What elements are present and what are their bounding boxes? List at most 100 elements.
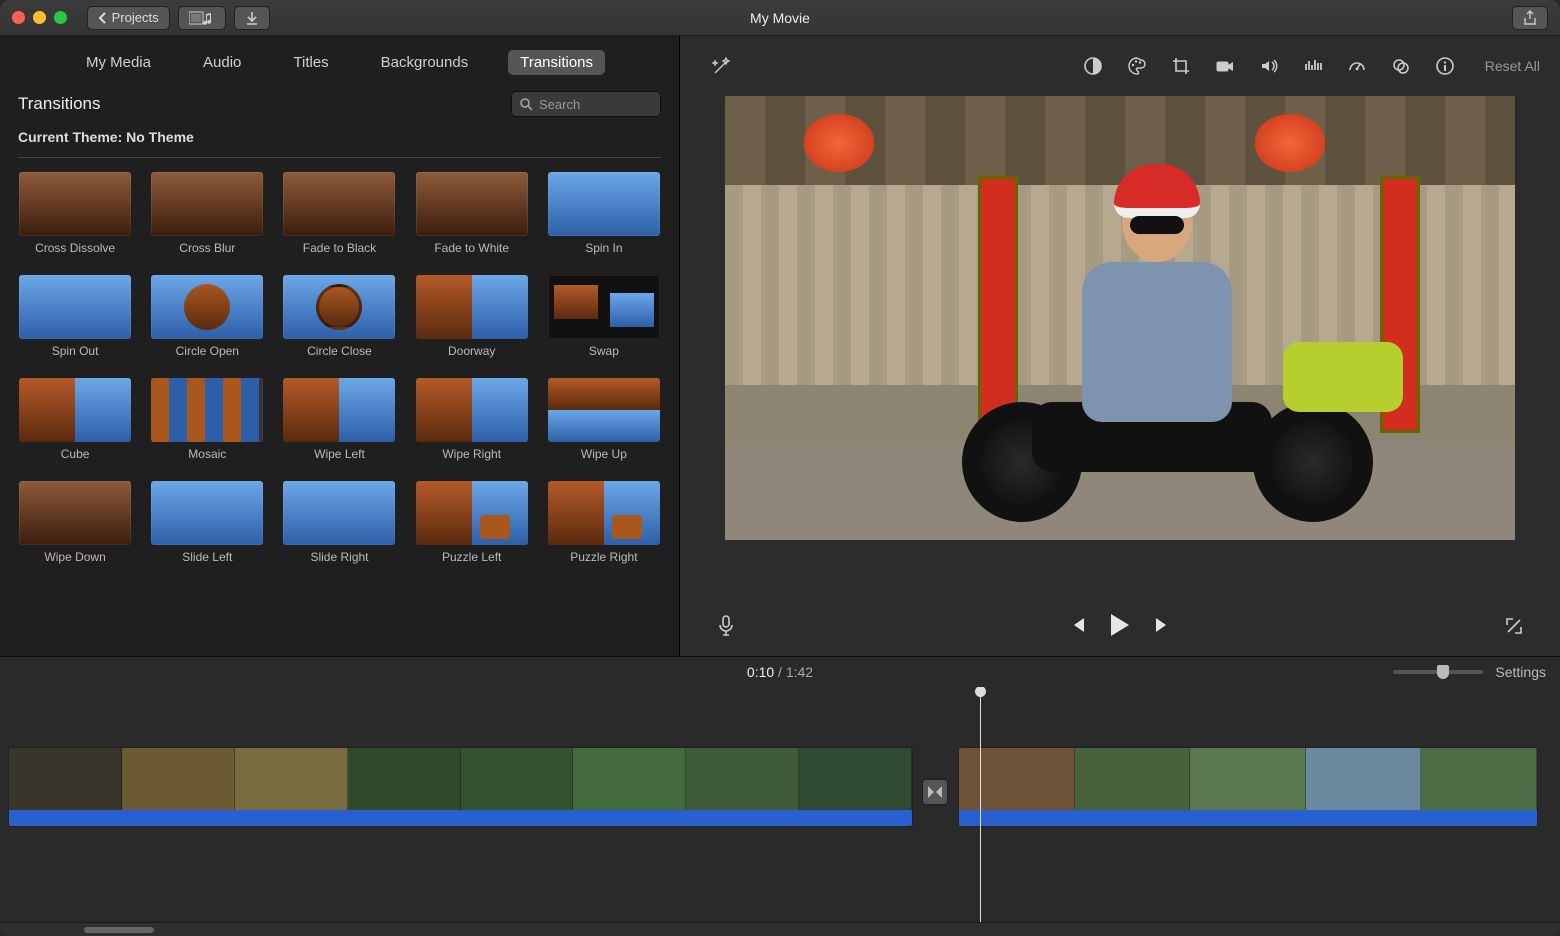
transition-label: Spin In bbox=[585, 241, 622, 255]
transition-thumbnail[interactable] bbox=[19, 275, 131, 339]
color-balance-button[interactable] bbox=[1081, 54, 1105, 78]
tab-backgrounds[interactable]: Backgrounds bbox=[369, 50, 481, 75]
video-camera-icon bbox=[1215, 56, 1235, 76]
transition-item[interactable]: Doorway bbox=[411, 275, 533, 372]
crop-button[interactable] bbox=[1169, 54, 1193, 78]
tab-my-media[interactable]: My Media bbox=[74, 50, 163, 75]
crop-icon bbox=[1171, 56, 1191, 76]
download-button[interactable] bbox=[234, 6, 270, 30]
transition-item[interactable]: Fade to White bbox=[411, 172, 533, 269]
transition-thumbnail[interactable] bbox=[548, 172, 660, 236]
fullscreen-button[interactable] bbox=[1502, 614, 1526, 638]
timeline-settings-button[interactable]: Settings bbox=[1495, 664, 1546, 680]
titlebar: Projects My Movie bbox=[0, 0, 1560, 36]
transition-thumbnail[interactable] bbox=[151, 275, 263, 339]
transition-item[interactable]: Spin Out bbox=[14, 275, 136, 372]
tab-transitions[interactable]: Transitions bbox=[508, 50, 605, 75]
voiceover-record-button[interactable] bbox=[714, 614, 738, 638]
download-arrow-icon bbox=[245, 11, 259, 25]
transition-thumbnail[interactable] bbox=[283, 275, 395, 339]
next-frame-button[interactable] bbox=[1154, 616, 1172, 637]
transition-item[interactable]: Puzzle Right bbox=[543, 481, 665, 578]
color-correction-button[interactable] bbox=[1125, 54, 1149, 78]
timeline-clip[interactable] bbox=[958, 747, 1538, 827]
transition-item[interactable]: Slide Left bbox=[146, 481, 268, 578]
info-icon bbox=[1435, 56, 1455, 76]
palette-icon bbox=[1127, 56, 1147, 76]
transition-item[interactable]: Mosaic bbox=[146, 378, 268, 475]
player-bar bbox=[680, 596, 1560, 656]
stabilization-button[interactable] bbox=[1213, 54, 1237, 78]
transition-thumbnail[interactable] bbox=[416, 378, 528, 442]
zoom-slider-knob[interactable] bbox=[1437, 665, 1449, 679]
timeline-zoom-slider[interactable] bbox=[1393, 670, 1483, 674]
playhead-time: 0:10 bbox=[747, 664, 774, 680]
minimize-window-button[interactable] bbox=[33, 11, 46, 24]
transition-item[interactable]: Spin In bbox=[543, 172, 665, 269]
transition-item[interactable]: Circle Close bbox=[278, 275, 400, 372]
transition-thumbnail[interactable] bbox=[548, 481, 660, 545]
prev-frame-button[interactable] bbox=[1068, 616, 1086, 637]
search-input[interactable]: Search bbox=[511, 91, 661, 117]
transition-item[interactable]: Circle Open bbox=[146, 275, 268, 372]
tab-audio[interactable]: Audio bbox=[191, 50, 253, 75]
transitions-grid: Cross DissolveCross BlurFade to BlackFad… bbox=[0, 172, 679, 588]
preview-canvas[interactable] bbox=[725, 96, 1515, 540]
transition-indicator[interactable] bbox=[922, 779, 948, 805]
contrast-circle-icon bbox=[1083, 56, 1103, 76]
close-window-button[interactable] bbox=[12, 11, 25, 24]
back-to-projects-button[interactable]: Projects bbox=[87, 6, 170, 30]
transition-thumbnail[interactable] bbox=[151, 481, 263, 545]
zoom-window-button[interactable] bbox=[54, 11, 67, 24]
transition-thumbnail[interactable] bbox=[548, 378, 660, 442]
transition-thumbnail[interactable] bbox=[151, 172, 263, 236]
reset-all-button[interactable]: Reset All bbox=[1485, 58, 1540, 74]
speaker-icon bbox=[1259, 56, 1279, 76]
volume-button[interactable] bbox=[1257, 54, 1281, 78]
timeline-scrollbar[interactable] bbox=[0, 922, 1560, 936]
transition-item[interactable]: Cube bbox=[14, 378, 136, 475]
info-button[interactable] bbox=[1433, 54, 1457, 78]
transition-thumbnail[interactable] bbox=[416, 481, 528, 545]
transition-item[interactable]: Slide Right bbox=[278, 481, 400, 578]
transition-item[interactable]: Wipe Right bbox=[411, 378, 533, 475]
import-media-button[interactable] bbox=[178, 6, 226, 30]
transition-thumbnail[interactable] bbox=[19, 378, 131, 442]
app-window: Projects My Movie My Media Audio Titles … bbox=[0, 0, 1560, 936]
transition-thumbnail[interactable] bbox=[416, 172, 528, 236]
play-button[interactable] bbox=[1108, 612, 1132, 641]
transition-item[interactable]: Fade to Black bbox=[278, 172, 400, 269]
playhead[interactable] bbox=[980, 687, 981, 922]
transition-thumbnail[interactable] bbox=[283, 172, 395, 236]
timeline: 0:10 / 1:42 Settings bbox=[0, 656, 1560, 936]
timeline-tracks[interactable] bbox=[0, 687, 1560, 922]
tab-titles[interactable]: Titles bbox=[281, 50, 340, 75]
search-icon bbox=[520, 98, 533, 111]
noise-eq-button[interactable] bbox=[1301, 54, 1325, 78]
transition-thumbnail[interactable] bbox=[416, 275, 528, 339]
transition-item[interactable]: Wipe Up bbox=[543, 378, 665, 475]
transition-label: Wipe Up bbox=[581, 447, 627, 461]
transition-label: Slide Left bbox=[182, 550, 232, 564]
transition-thumbnail[interactable] bbox=[283, 481, 395, 545]
speed-button[interactable] bbox=[1345, 54, 1369, 78]
transition-item[interactable]: Cross Dissolve bbox=[14, 172, 136, 269]
transition-item[interactable]: Wipe Down bbox=[14, 481, 136, 578]
transition-item[interactable]: Swap bbox=[543, 275, 665, 372]
transition-item[interactable]: Puzzle Left bbox=[411, 481, 533, 578]
enhance-wand-button[interactable] bbox=[710, 54, 734, 78]
transition-thumbnail[interactable] bbox=[283, 378, 395, 442]
section-title: Transitions bbox=[18, 94, 511, 114]
timeline-clip[interactable] bbox=[8, 747, 913, 827]
transition-thumbnail[interactable] bbox=[151, 378, 263, 442]
scrollbar-thumb[interactable] bbox=[84, 927, 154, 933]
transition-thumbnail[interactable] bbox=[19, 481, 131, 545]
filters-button[interactable] bbox=[1389, 54, 1413, 78]
transition-label: Wipe Left bbox=[314, 447, 365, 461]
transition-thumbnail[interactable] bbox=[548, 275, 660, 339]
transition-item[interactable]: Cross Blur bbox=[146, 172, 268, 269]
transition-item[interactable]: Wipe Left bbox=[278, 378, 400, 475]
share-button[interactable] bbox=[1512, 6, 1548, 30]
transition-thumbnail[interactable] bbox=[19, 172, 131, 236]
transition-label: Puzzle Left bbox=[442, 550, 501, 564]
